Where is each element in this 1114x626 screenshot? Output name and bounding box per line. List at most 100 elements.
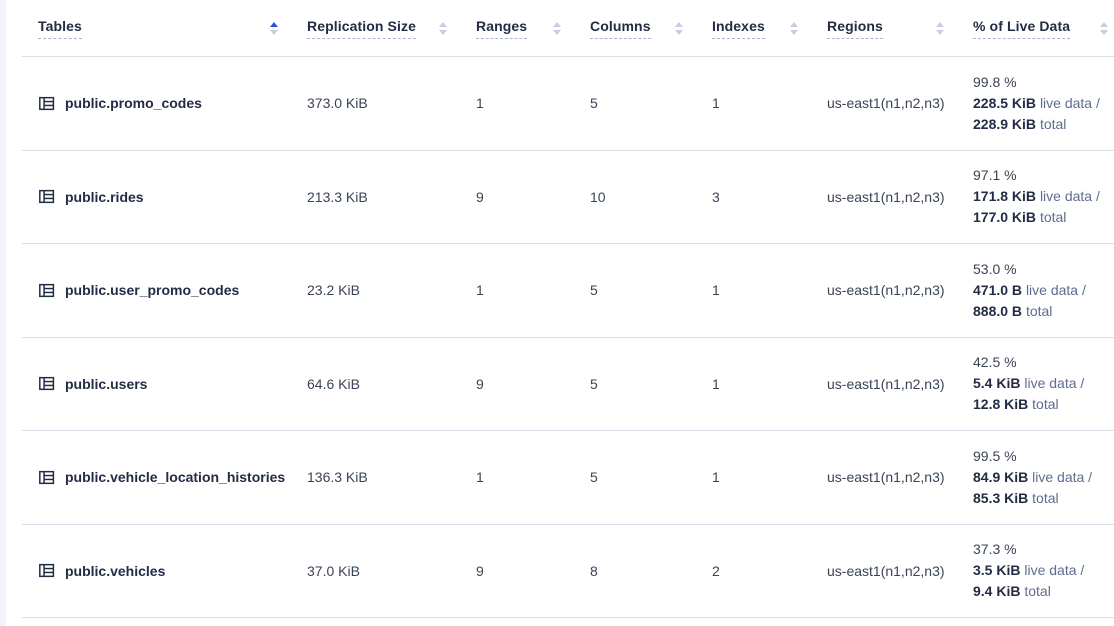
sort-desc-icon <box>553 30 561 35</box>
column-header-label: Tables <box>38 18 82 39</box>
sort-asc-icon <box>1100 22 1108 27</box>
table-grid-icon <box>38 188 55 205</box>
sort-desc-icon <box>936 30 944 35</box>
ranges-value: 9 <box>460 376 574 392</box>
live-percent: 99.8 % <box>973 72 1110 93</box>
table-row[interactable]: public.promo_codes 373.0 KiB 1 5 1 us-ea… <box>22 57 1114 151</box>
column-header-label: % of Live Data <box>973 18 1070 39</box>
replication-size-value: 213.3 KiB <box>291 189 460 205</box>
sort-arrows-icon[interactable] <box>553 22 561 35</box>
column-header-label: Columns <box>590 18 651 39</box>
column-header-regions[interactable]: Regions <box>811 18 957 39</box>
indexes-value: 3 <box>696 189 811 205</box>
total-data-line: 888.0 B total <box>973 301 1110 322</box>
sort-arrows-icon[interactable] <box>270 22 278 35</box>
live-percent: 99.5 % <box>973 446 1110 467</box>
indexes-value: 1 <box>696 282 811 298</box>
table-grid-icon <box>38 562 55 579</box>
regions-value: us-east1(n1,n2,n3) <box>811 95 957 111</box>
columns-value: 5 <box>574 376 696 392</box>
live-percent: 53.0 % <box>973 259 1110 280</box>
table-row[interactable]: public.vehicles 37.0 KiB 9 8 2 us-east1(… <box>22 525 1114 619</box>
replication-size-value: 23.2 KiB <box>291 282 460 298</box>
sort-desc-icon <box>790 30 798 35</box>
live-data-line: 471.0 B live data / <box>973 280 1110 301</box>
sort-desc-icon <box>1100 30 1108 35</box>
total-data-line: 177.0 KiB total <box>973 207 1110 228</box>
columns-value: 5 <box>574 95 696 111</box>
live-data-cell: 42.5 % 5.4 KiB live data / 12.8 KiB tota… <box>957 352 1114 415</box>
replication-size-value: 64.6 KiB <box>291 376 460 392</box>
regions-value: us-east1(n1,n2,n3) <box>811 563 957 579</box>
sort-asc-icon <box>439 22 447 27</box>
replication-size-value: 136.3 KiB <box>291 469 460 485</box>
sort-asc-icon <box>675 22 683 27</box>
table-name-link[interactable]: public.user_promo_codes <box>65 282 239 298</box>
table-grid-icon <box>38 469 55 486</box>
columns-value: 8 <box>574 563 696 579</box>
ranges-value: 1 <box>460 95 574 111</box>
column-header-indexes[interactable]: Indexes <box>696 18 811 39</box>
table-header-row: Tables Replication Size Ranges Columns I… <box>22 0 1114 57</box>
indexes-value: 1 <box>696 376 811 392</box>
table-row[interactable]: public.vehicle_location_histories 136.3 … <box>22 431 1114 525</box>
regions-value: us-east1(n1,n2,n3) <box>811 282 957 298</box>
table-grid-icon <box>38 282 55 299</box>
replication-size-value: 373.0 KiB <box>291 95 460 111</box>
indexes-value: 1 <box>696 469 811 485</box>
table-name-link[interactable]: public.vehicle_location_histories <box>65 469 285 485</box>
column-header-label: Regions <box>827 18 883 39</box>
sort-arrows-icon[interactable] <box>1100 22 1108 35</box>
live-percent: 97.1 % <box>973 165 1110 186</box>
sort-arrows-icon[interactable] <box>439 22 447 35</box>
columns-value: 5 <box>574 282 696 298</box>
ranges-value: 9 <box>460 189 574 205</box>
live-data-cell: 97.1 % 171.8 KiB live data / 177.0 KiB t… <box>957 165 1114 228</box>
live-percent: 37.3 % <box>973 539 1110 560</box>
column-header-label: Indexes <box>712 18 765 39</box>
table-name-link[interactable]: public.promo_codes <box>65 95 202 111</box>
sort-desc-icon <box>675 30 683 35</box>
columns-value: 5 <box>574 469 696 485</box>
live-data-cell: 53.0 % 471.0 B live data / 888.0 B total <box>957 259 1114 322</box>
table-name-link[interactable]: public.users <box>65 376 147 392</box>
live-data-cell: 37.3 % 3.5 KiB live data / 9.4 KiB total <box>957 539 1114 602</box>
sort-desc-icon <box>439 30 447 35</box>
total-data-line: 228.9 KiB total <box>973 114 1110 135</box>
column-header-replication-size[interactable]: Replication Size <box>291 18 460 39</box>
table-row[interactable]: public.user_promo_codes 23.2 KiB 1 5 1 u… <box>22 244 1114 338</box>
column-header-live-data[interactable]: % of Live Data <box>957 18 1114 39</box>
column-header-columns[interactable]: Columns <box>574 18 696 39</box>
sort-asc-icon <box>270 22 278 27</box>
ranges-value: 9 <box>460 563 574 579</box>
column-header-tables[interactable]: Tables <box>22 18 291 39</box>
sort-arrows-icon[interactable] <box>790 22 798 35</box>
live-data-cell: 99.8 % 228.5 KiB live data / 228.9 KiB t… <box>957 72 1114 135</box>
column-header-ranges[interactable]: Ranges <box>460 18 574 39</box>
sort-arrows-icon[interactable] <box>936 22 944 35</box>
column-header-label: Ranges <box>476 18 527 39</box>
live-data-line: 171.8 KiB live data / <box>973 186 1110 207</box>
regions-value: us-east1(n1,n2,n3) <box>811 469 957 485</box>
total-data-line: 12.8 KiB total <box>973 394 1110 415</box>
live-data-line: 228.5 KiB live data / <box>973 93 1110 114</box>
live-data-line: 3.5 KiB live data / <box>973 560 1110 581</box>
sort-asc-icon <box>790 22 798 27</box>
total-data-line: 85.3 KiB total <box>973 488 1110 509</box>
total-data-line: 9.4 KiB total <box>973 581 1110 602</box>
table-grid-icon <box>38 375 55 392</box>
live-percent: 42.5 % <box>973 352 1110 373</box>
table-name-link[interactable]: public.rides <box>65 189 144 205</box>
table-name-link[interactable]: public.vehicles <box>65 563 165 579</box>
table-row[interactable]: public.rides 213.3 KiB 9 10 3 us-east1(n… <box>22 151 1114 245</box>
columns-value: 10 <box>574 189 696 205</box>
sort-arrows-icon[interactable] <box>675 22 683 35</box>
sort-desc-icon <box>270 30 278 35</box>
page-edge-strip <box>0 0 6 626</box>
table-row[interactable]: public.users 64.6 KiB 9 5 1 us-east1(n1,… <box>22 338 1114 432</box>
sort-asc-icon <box>936 22 944 27</box>
regions-value: us-east1(n1,n2,n3) <box>811 376 957 392</box>
ranges-value: 1 <box>460 282 574 298</box>
indexes-value: 1 <box>696 95 811 111</box>
regions-value: us-east1(n1,n2,n3) <box>811 189 957 205</box>
